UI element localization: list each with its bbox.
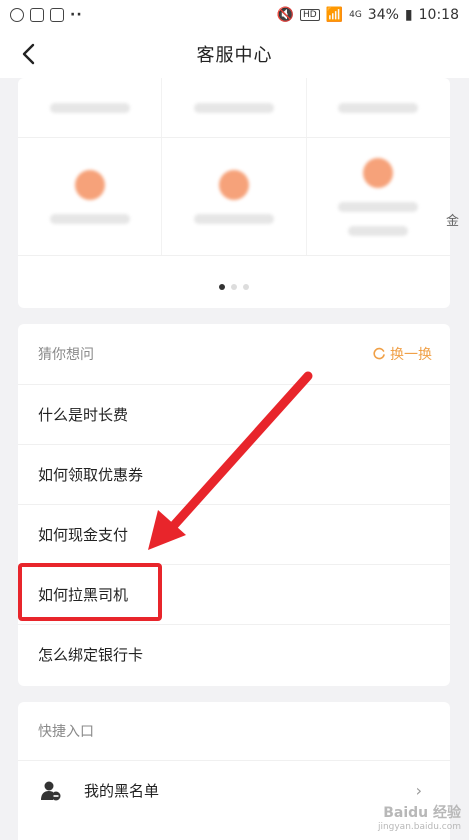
service-grid-cell[interactable] (307, 78, 450, 137)
back-button[interactable] (14, 40, 42, 68)
refresh-icon (373, 347, 385, 360)
folder-icon (30, 8, 44, 22)
app-header: 客服中心 (0, 30, 469, 78)
blurred-label (338, 201, 419, 212)
pager-dot[interactable] (231, 284, 237, 290)
section-title: 猜你想问 (38, 347, 94, 363)
service-grid-cell[interactable] (307, 138, 450, 255)
question-item[interactable]: 如何现金支付 (18, 504, 450, 564)
grid-pager (18, 284, 450, 290)
question-item[interactable]: 如何领取优惠券 (18, 444, 450, 504)
network-label: 4G (349, 10, 362, 20)
shortcuts-header: 快捷入口 (18, 702, 450, 760)
pager-dot[interactable] (219, 284, 225, 290)
battery-icon: ▮ (404, 7, 413, 23)
service-grid-cell[interactable] (162, 78, 307, 137)
watermark-url: jingyan.baidu.com (377, 822, 461, 832)
blurred-label (193, 102, 274, 113)
watermark: Baidu 经验 jingyan.baidu.com (378, 802, 461, 832)
battery-percent: 34% (367, 7, 399, 23)
blurred-label (49, 102, 130, 113)
shortcut-label: 我的黑名单 (84, 782, 160, 800)
status-right-icons: 🔇 HD 📶 4G 34% ▮ 10:18 (277, 7, 459, 23)
annotation-highlight-box (18, 563, 162, 621)
pager-dot[interactable] (243, 284, 249, 290)
page-title: 客服中心 (196, 45, 273, 66)
more-dots-icon: ·· (70, 7, 83, 23)
watermark-text: Baidu 经验 (383, 805, 461, 821)
chevron-left-icon (22, 43, 35, 65)
status-left-icons: ·· (10, 7, 83, 23)
section-title: 快捷入口 (38, 724, 94, 740)
service-grid-card (18, 78, 450, 308)
partial-label-text: 金 (445, 214, 459, 229)
question-item[interactable]: 什么是时长费 (18, 384, 450, 444)
blurred-label (338, 102, 419, 113)
notification-icon (10, 8, 24, 22)
status-bar: ·· 🔇 HD 📶 4G 34% ▮ 10:18 (0, 0, 469, 30)
blurred-label (49, 213, 130, 224)
service-grid-cell[interactable] (162, 138, 307, 255)
question-item[interactable]: 怎么绑定银行卡 (18, 624, 450, 684)
blurred-service-icon (363, 157, 394, 188)
service-grid-cell[interactable] (18, 138, 163, 255)
hd-badge: HD (299, 9, 320, 21)
suggested-questions-card: 猜你想问 换一换 什么是时长费 如何领取优惠券 如何现金支付 如何拉黑司机 怎么… (18, 324, 450, 686)
user-blocked-icon (41, 781, 61, 800)
refresh-label: 换一换 (390, 347, 432, 363)
clock-time: 10:18 (418, 7, 459, 23)
suggested-questions-header: 猜你想问 换一换 (18, 324, 450, 384)
mute-icon: 🔇 (276, 7, 294, 23)
wifi-icon: 📶 (325, 7, 344, 23)
app-icon (50, 8, 64, 22)
chevron-right-icon: › (415, 781, 422, 800)
refresh-button[interactable]: 换一换 (372, 344, 432, 364)
blurred-label (193, 213, 274, 224)
service-grid-row (18, 78, 450, 138)
service-grid-row (18, 138, 450, 256)
service-grid-cell[interactable] (18, 78, 163, 137)
blurred-service-icon (74, 169, 105, 200)
blurred-label (348, 225, 409, 236)
blurred-service-icon (218, 169, 249, 200)
